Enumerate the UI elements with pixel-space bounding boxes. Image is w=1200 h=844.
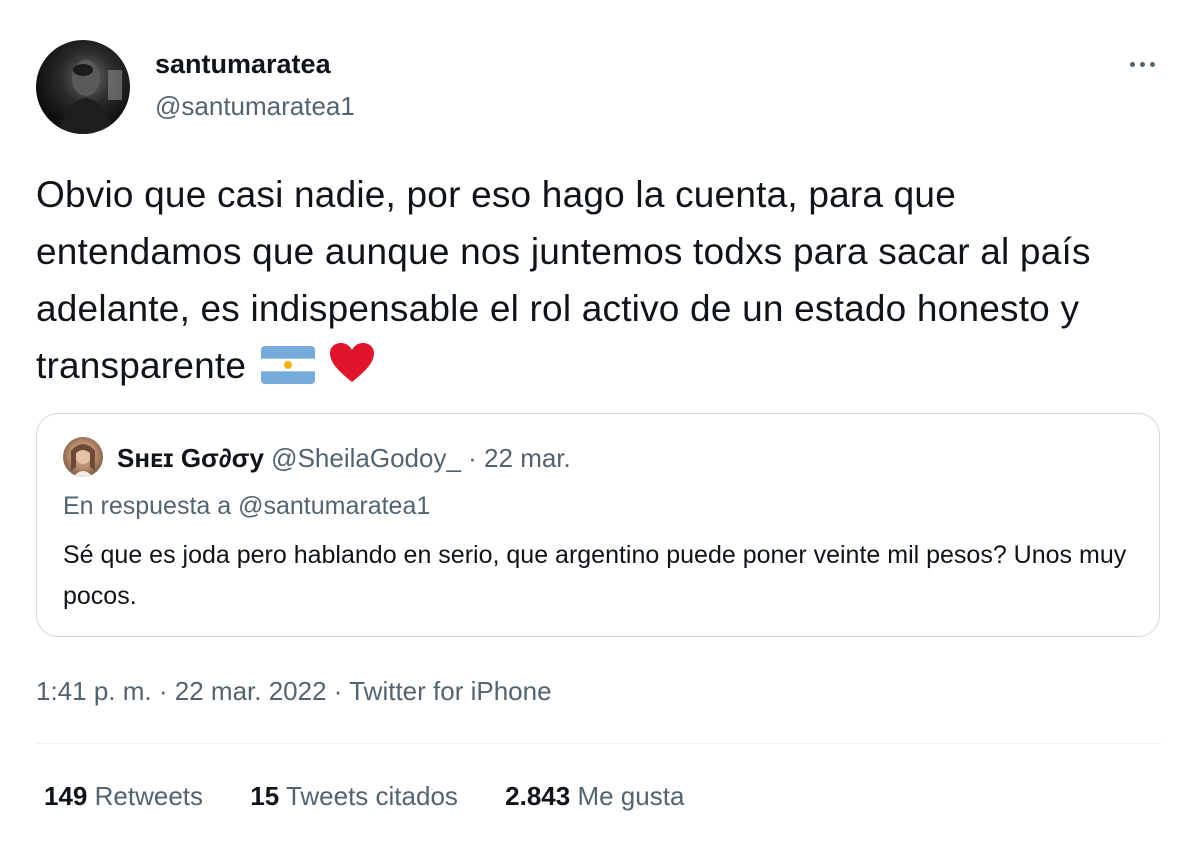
author-avatar[interactable]	[36, 40, 130, 134]
quote-tweets-stat[interactable]: 15 Tweets citados	[250, 780, 458, 812]
retweets-count: 149	[44, 781, 88, 811]
argentina-flag-icon	[260, 343, 315, 400]
quoted-tweet[interactable]: Sʜᴇɪ Gσ∂σу @SheilaGodoy_ · 22 mar. En re…	[36, 413, 1160, 637]
meta-separator: ·	[158, 676, 168, 706]
more-options-icon[interactable]	[1122, 52, 1162, 76]
tweet-date[interactable]: 22 mar. 2022	[175, 676, 327, 706]
author-avatar-image	[58, 60, 122, 134]
divider	[36, 743, 1162, 744]
quoted-header: Sʜᴇɪ Gσ∂σу @SheilaGodoy_ · 22 mar.	[117, 442, 571, 474]
red-heart-icon	[329, 342, 375, 400]
likes-count: 2.843	[505, 781, 571, 811]
quoted-separator: ·	[468, 443, 477, 473]
tweet-source[interactable]: Twitter for iPhone	[349, 676, 551, 706]
author-display-name[interactable]: santumaratea	[155, 48, 331, 80]
quoted-display-name: Sʜᴇɪ Gσ∂σу	[117, 443, 264, 473]
tweet-body: Obvio que casi nadie, por eso hago la cu…	[36, 174, 1091, 386]
tweet-metadata: 1:41 p. m. · 22 mar. 2022 · Twitter for …	[36, 675, 552, 707]
likes-stat[interactable]: 2.843 Me gusta	[505, 780, 684, 812]
author-handle[interactable]: @santumaratea1	[155, 90, 355, 122]
engagement-stats: 149 Retweets 15 Tweets citados 2.843 Me …	[44, 780, 724, 812]
quoted-author-avatar[interactable]	[63, 437, 103, 477]
tweet-time[interactable]: 1:41 p. m.	[36, 676, 152, 706]
tweet-text: Obvio que casi nadie, por eso hago la cu…	[36, 166, 1166, 400]
quoted-text: Sé que es joda pero hablando en serio, q…	[63, 541, 1127, 610]
quoted-date: 22 mar.	[484, 443, 571, 473]
meta-separator: ·	[333, 676, 343, 706]
retweets-stat[interactable]: 149 Retweets	[44, 780, 203, 812]
retweets-label: Retweets	[94, 781, 204, 811]
quoted-reply-context: En respuesta a @santumaratea1	[63, 492, 431, 520]
quote-tweets-count: 15	[250, 781, 280, 811]
tweet-card: santumaratea @santumaratea1 Obvio que ca…	[0, 0, 1200, 844]
quote-tweets-label: Tweets citados	[285, 781, 458, 811]
quoted-handle: @SheilaGodoy_	[271, 443, 461, 473]
quoted-author-avatar-image	[71, 444, 95, 477]
likes-label: Me gusta	[577, 781, 685, 811]
